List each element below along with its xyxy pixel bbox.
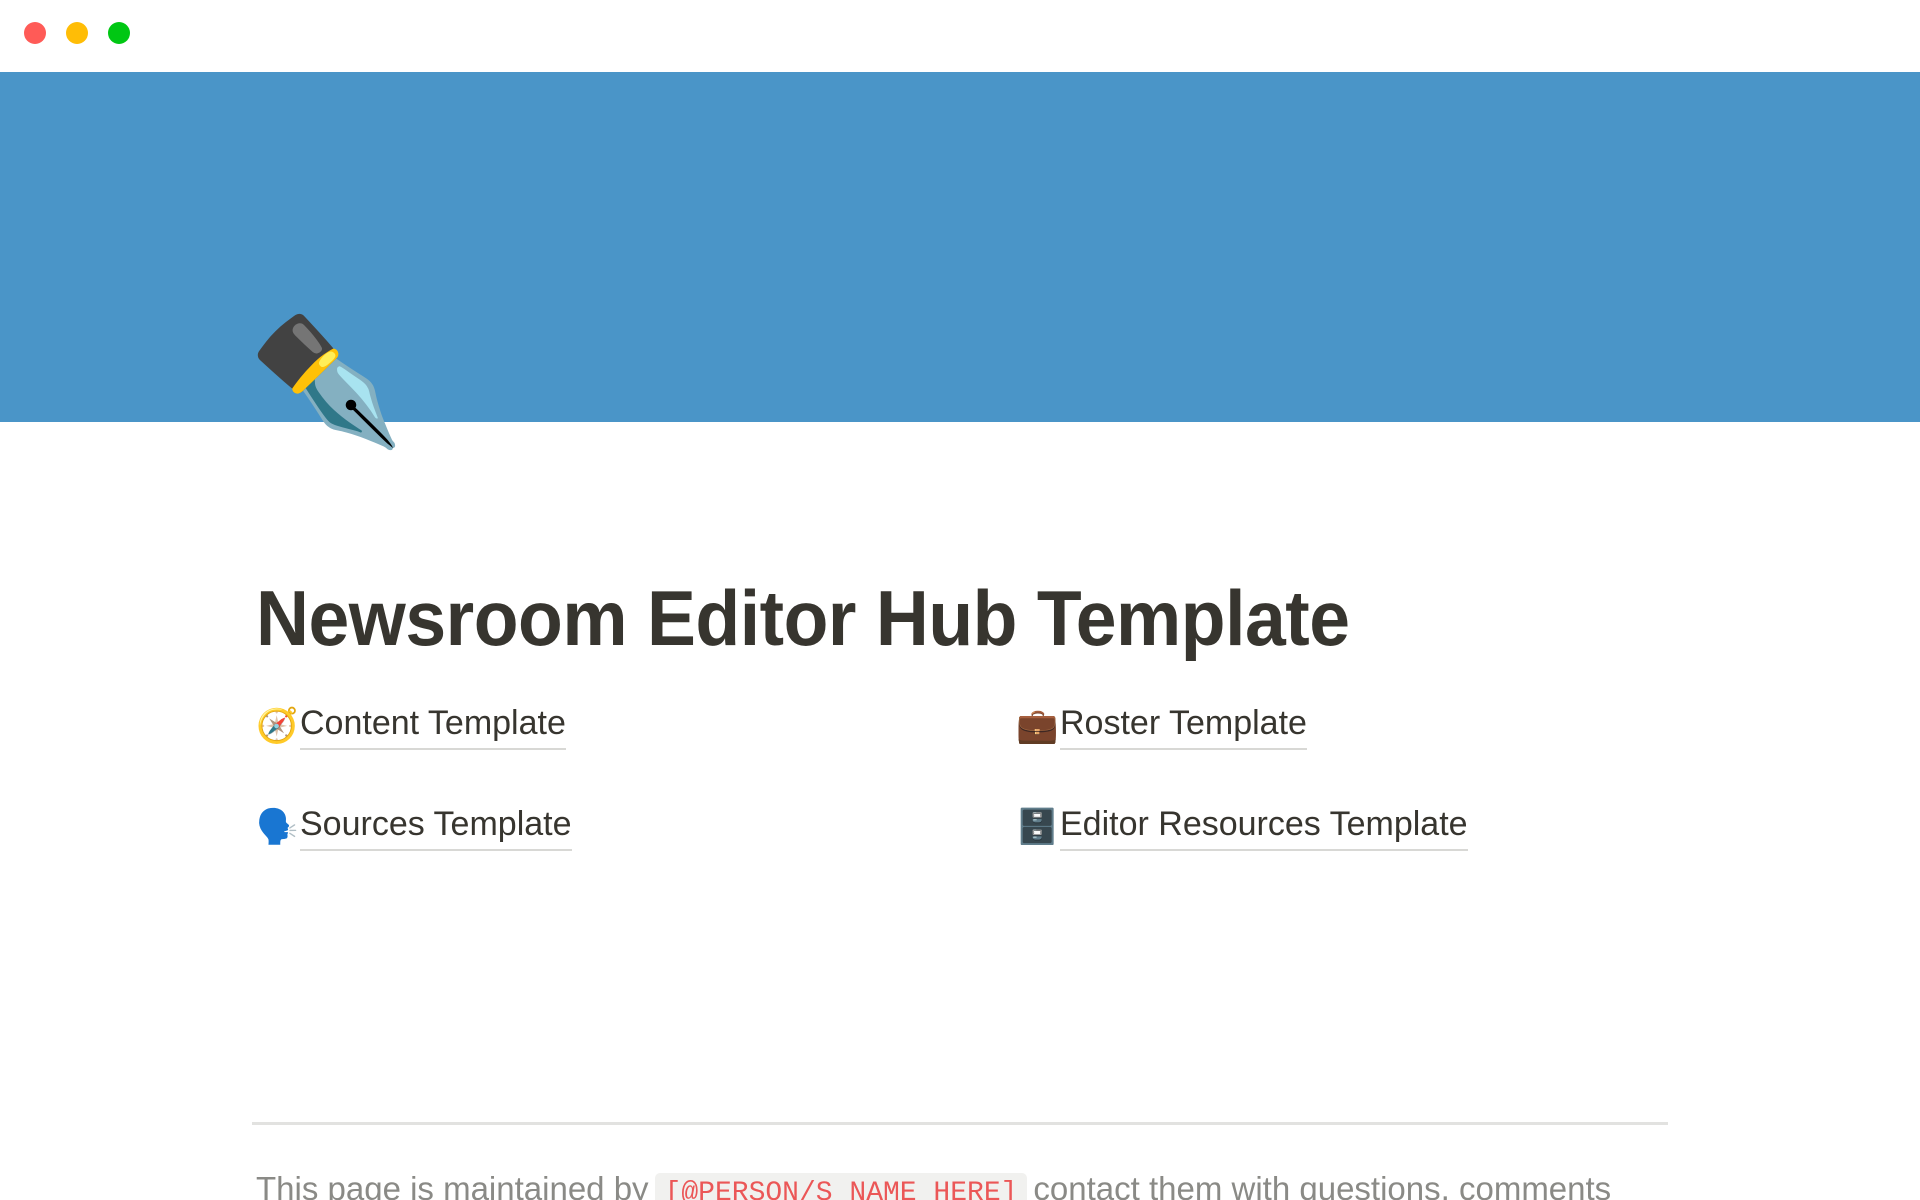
list-item[interactable]: 🧭 Content Template xyxy=(256,702,1016,750)
traffic-light-group xyxy=(24,22,130,44)
horizontal-divider xyxy=(252,1122,1668,1125)
list-item[interactable]: 💼 Roster Template xyxy=(1016,702,1776,750)
file-cabinet-emoji: 🗄️ xyxy=(1016,808,1059,846)
link-roster-template[interactable]: Roster Template xyxy=(1060,702,1307,750)
app-window: ✒️ Newsroom Editor Hub Template 🧭 Conten… xyxy=(0,0,1920,1200)
list-item[interactable]: 🗄️ Editor Resources Template xyxy=(1016,803,1776,851)
compass-emoji: 🧭 xyxy=(256,707,299,745)
footer-text-after: contact them with questions, comments xyxy=(1033,1170,1612,1200)
footer-text-before: This page is maintained by xyxy=(256,1170,649,1200)
link-sources-template[interactable]: Sources Template xyxy=(300,803,572,851)
list-item[interactable]: 🗣️ Sources Template xyxy=(256,803,1016,851)
template-link-grid: 🧭 Content Template 💼 Roster Template 🗣️ … xyxy=(256,702,1676,851)
footer-person-placeholder-code[interactable]: [@PERSON/S_NAME_HERE] xyxy=(654,1173,1028,1200)
briefcase-emoji: 💼 xyxy=(1016,707,1059,745)
link-editor-resources-template[interactable]: Editor Resources Template xyxy=(1060,803,1468,851)
close-window-icon[interactable] xyxy=(24,22,46,44)
black-nib-emoji[interactable]: ✒️ xyxy=(248,318,405,444)
speaking-head-emoji: 🗣️ xyxy=(256,808,299,846)
minimize-window-icon[interactable] xyxy=(66,22,88,44)
window-titlebar xyxy=(0,0,1920,72)
link-content-template[interactable]: Content Template xyxy=(300,702,566,750)
maximize-window-icon[interactable] xyxy=(108,22,130,44)
footer-maintainer-note[interactable]: This page is maintained by [@PERSON/S_NAM… xyxy=(256,1164,1916,1200)
page-title[interactable]: Newsroom Editor Hub Template xyxy=(256,577,1350,660)
